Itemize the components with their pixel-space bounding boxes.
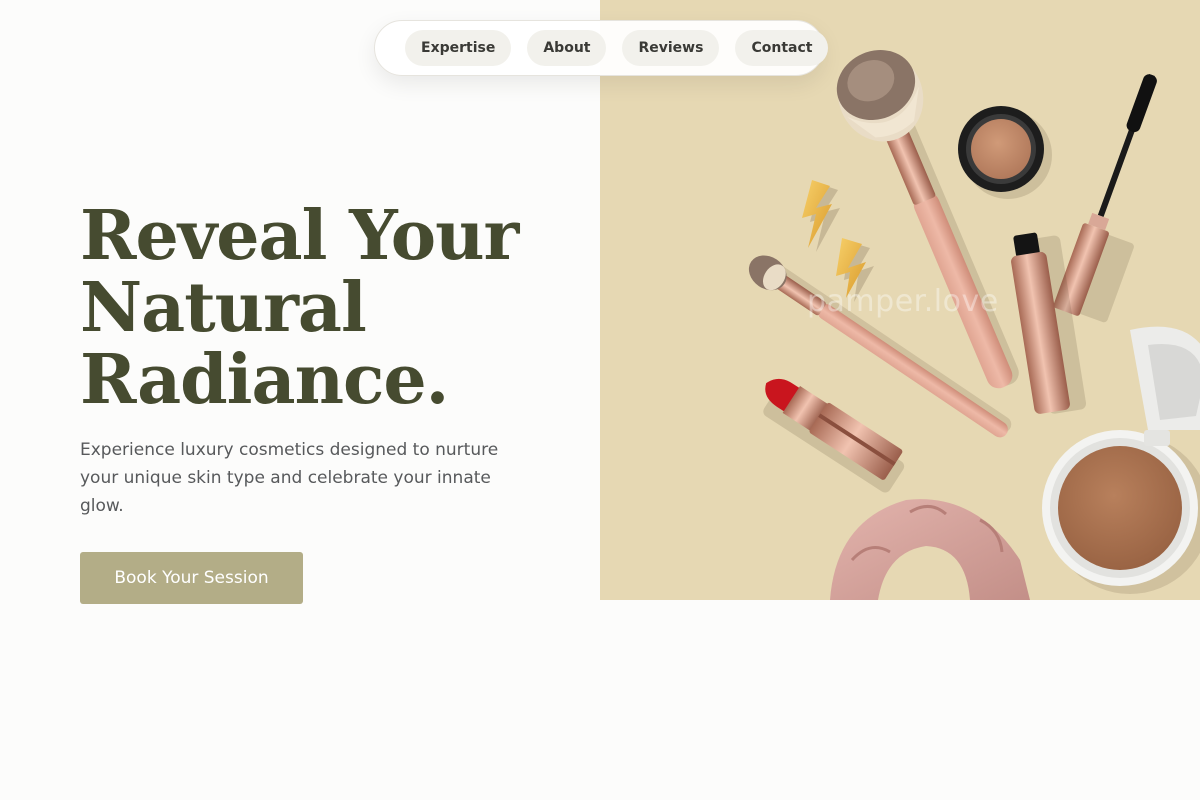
mascara-wand-icon: [1053, 73, 1157, 323]
nav-link-contact[interactable]: Contact: [735, 30, 829, 66]
hero-title-line-1: Reveal Your: [80, 196, 519, 276]
hero-subtitle: Experience luxury cosmetics designed to …: [80, 440, 499, 516]
nav-link-reviews[interactable]: Reviews: [622, 30, 720, 66]
lipstick-icon: [763, 378, 905, 493]
hero-image: pamper.love: [600, 0, 1200, 600]
top-nav: Expertise About Reviews Contact: [374, 20, 829, 76]
nav-link-expertise[interactable]: Expertise: [405, 30, 512, 66]
nav-link-about[interactable]: About: [527, 30, 607, 66]
watermark-text: pamper.love: [807, 284, 999, 319]
hero-title-line-2: Natural: [80, 268, 367, 348]
eyeshadow-pot-icon: [958, 106, 1052, 199]
hero-title: Reveal Your Natural Radiance.: [80, 200, 550, 416]
kabuki-brush-icon: [836, 50, 1019, 389]
scrunchie-icon: [830, 499, 1030, 600]
book-session-button[interactable]: Book Your Session: [80, 552, 303, 604]
hero-title-line-3: Radiance.: [80, 340, 449, 420]
